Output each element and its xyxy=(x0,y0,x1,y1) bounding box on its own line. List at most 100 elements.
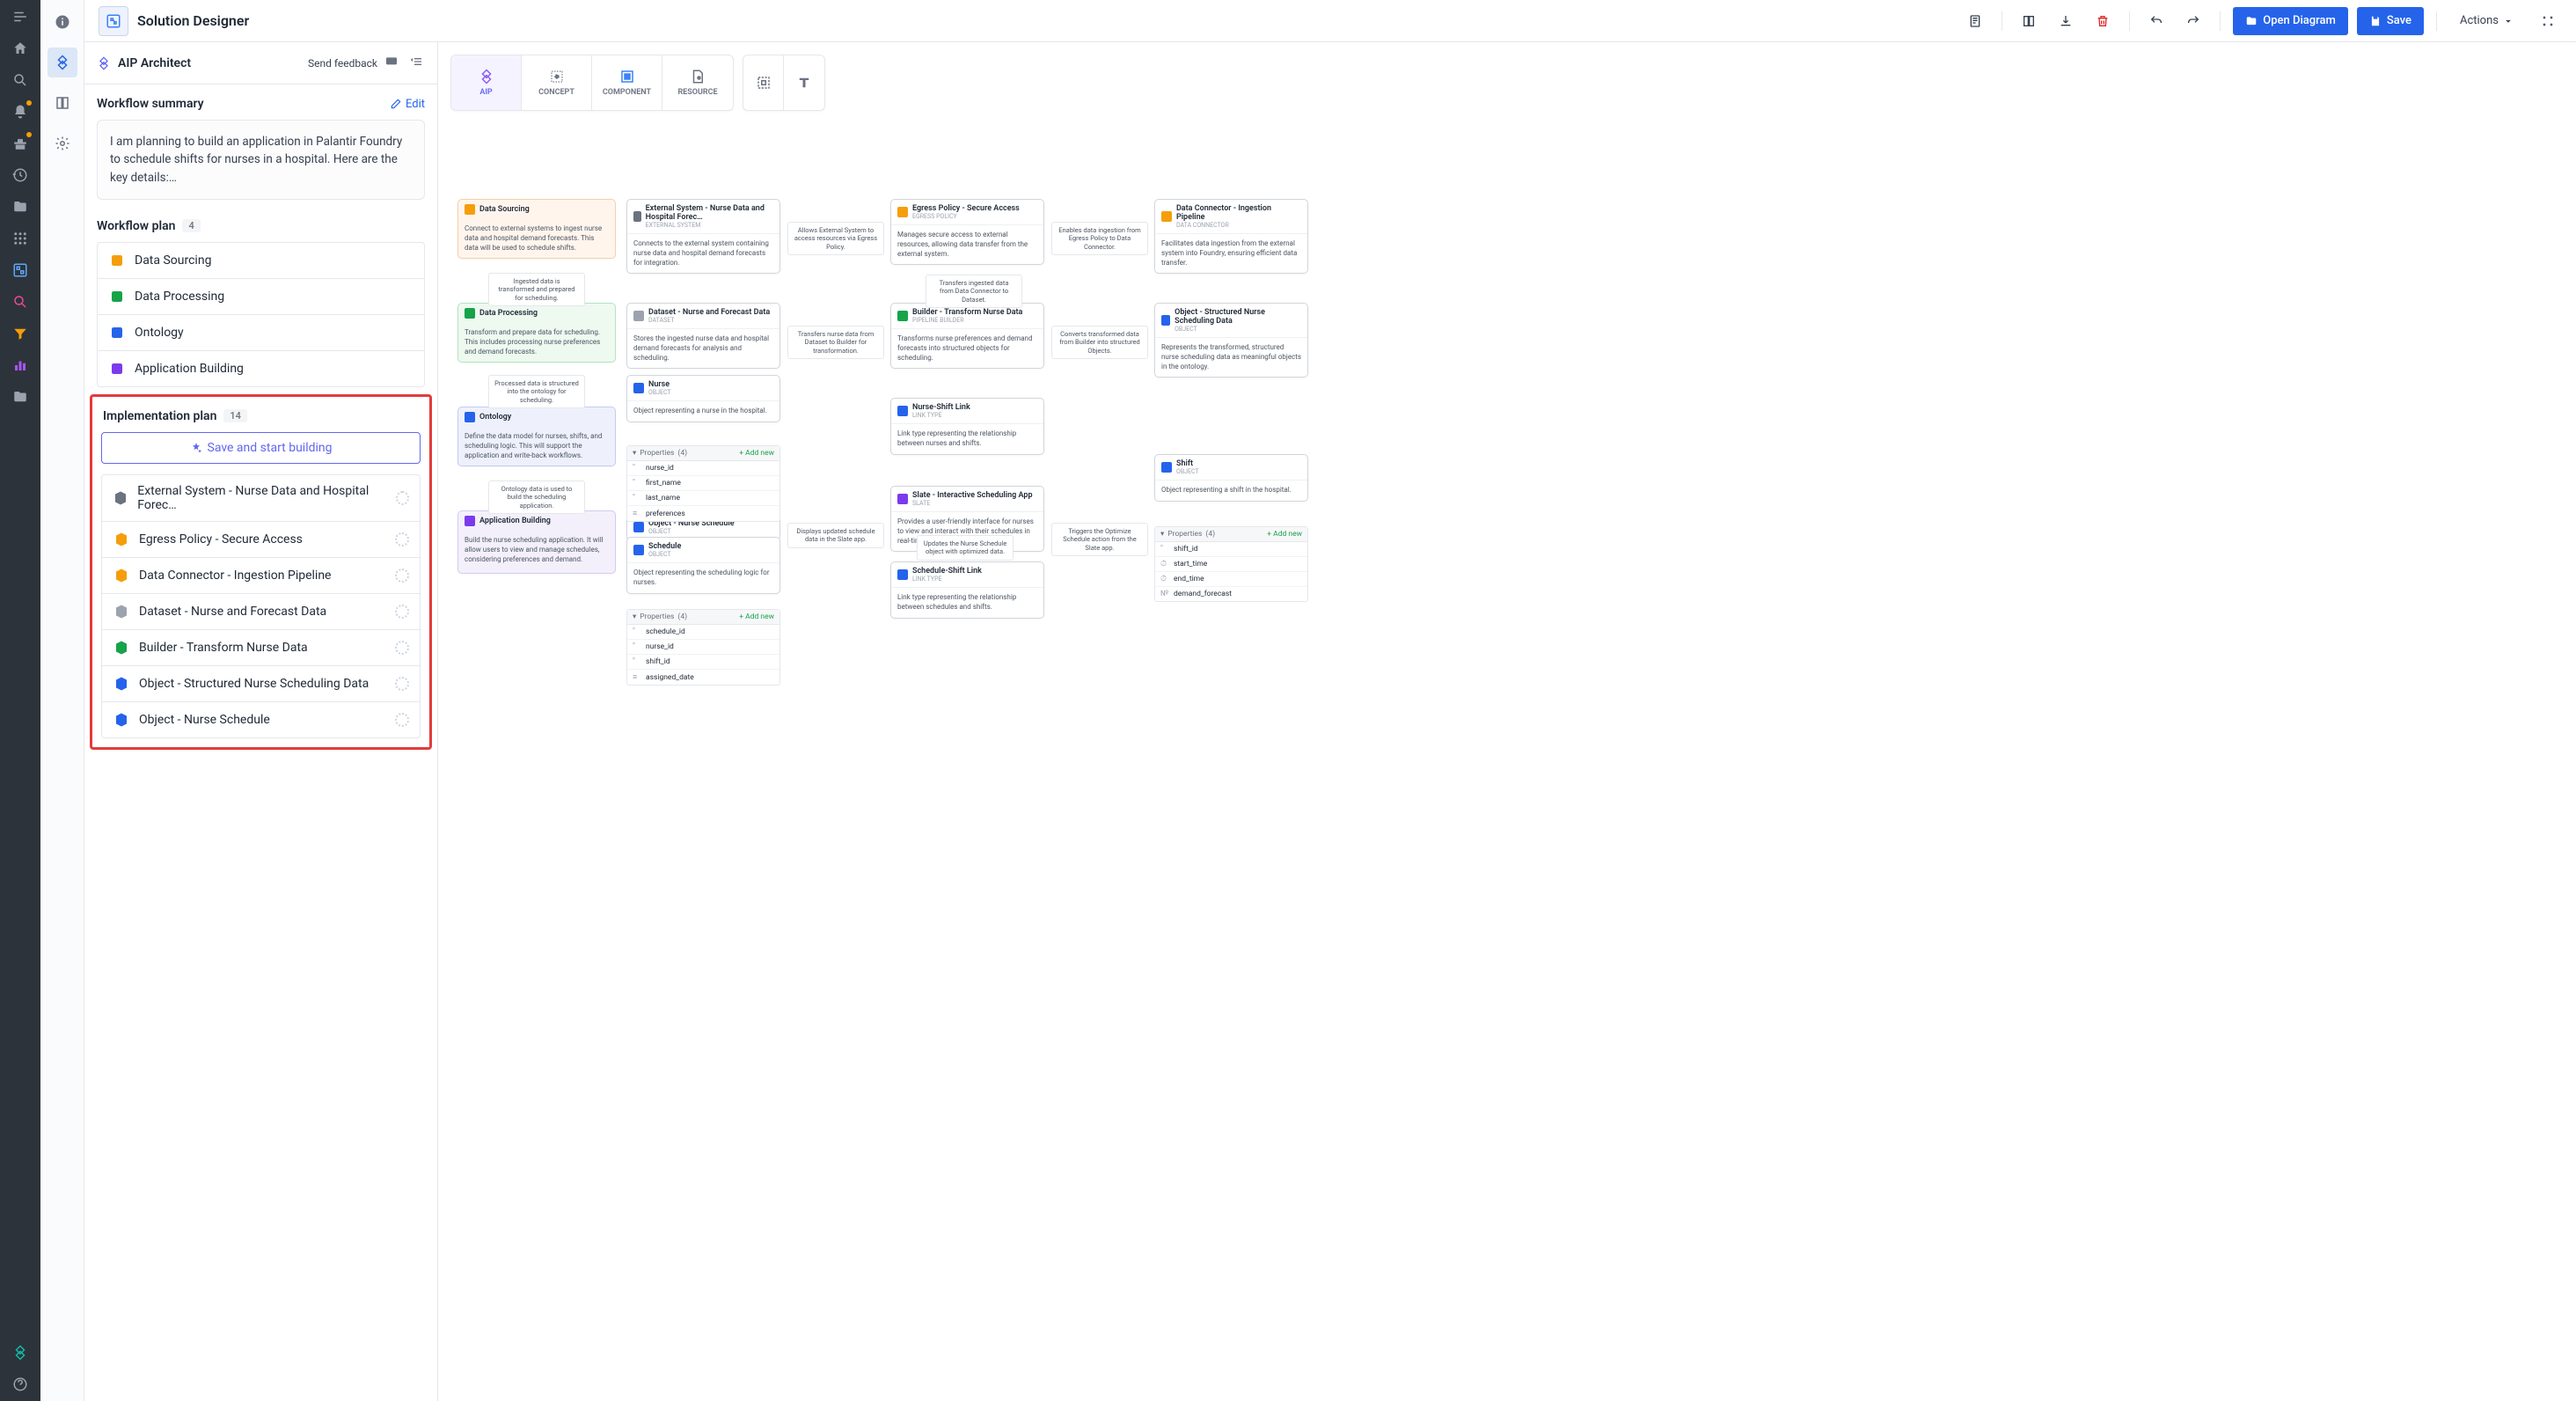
tool-component[interactable]: COMPONENT xyxy=(592,55,662,110)
tool-resource[interactable]: RESOURCE xyxy=(662,55,733,110)
gift-icon[interactable] xyxy=(11,134,30,153)
tool-aip[interactable]: AIP xyxy=(451,55,522,110)
edge-label: Enables data ingestion from Egress Polic… xyxy=(1051,222,1148,255)
filter-icon[interactable] xyxy=(11,324,30,343)
edge-label: Transfers nurse data from Dataset to Bui… xyxy=(787,326,884,359)
edge-label: Converts transformed data from Builder i… xyxy=(1051,326,1148,359)
stage-node[interactable]: Application BuildingBuild the nurse sche… xyxy=(457,510,616,574)
diagram-node[interactable]: Builder - Transform Nurse DataPIPELINE B… xyxy=(890,303,1044,369)
undo-icon[interactable] xyxy=(2142,7,2170,35)
diagram-node[interactable]: Data Connector - Ingestion PipelineDATA … xyxy=(1154,199,1308,274)
property-row[interactable]: ⏱start_time xyxy=(1155,557,1307,572)
plan-item[interactable]: Application Building xyxy=(98,351,424,386)
impl-item[interactable]: Object - Structured Nurse Scheduling Dat… xyxy=(102,666,420,702)
diagram-node[interactable]: Egress Policy - Secure AccessEGRESS POLI… xyxy=(890,199,1044,265)
bell-icon[interactable] xyxy=(11,102,30,121)
select-tool-icon[interactable] xyxy=(743,55,784,110)
history-icon[interactable] xyxy=(11,165,30,185)
send-feedback-link[interactable]: Send feedback xyxy=(308,57,377,70)
edit-summary-link[interactable]: Edit xyxy=(390,98,425,111)
help-icon[interactable] xyxy=(11,1375,30,1394)
property-row[interactable]: "last_name xyxy=(627,491,779,506)
open-diagram-button[interactable]: Open Diagram xyxy=(2233,7,2348,35)
keyboard-icon[interactable] xyxy=(2534,7,2562,35)
property-row[interactable]: "nurse_id xyxy=(627,461,779,476)
designer-icon[interactable] xyxy=(11,260,30,280)
property-row[interactable]: "first_name xyxy=(627,476,779,491)
impl-item[interactable]: Dataset - Nurse and Forecast Data xyxy=(102,594,420,630)
impl-item[interactable]: External System - Nurse Data and Hospita… xyxy=(102,475,420,522)
add-property-link[interactable]: + Add new xyxy=(1267,530,1302,539)
architect-tab-icon[interactable] xyxy=(48,48,77,77)
diagram-node[interactable]: Dataset - Nurse and Forecast DataDATASET… xyxy=(626,303,780,369)
property-row[interactable]: "shift_id xyxy=(627,655,779,670)
stage-node[interactable]: Data SourcingConnect to external systems… xyxy=(457,199,616,259)
impl-item[interactable]: Builder - Transform Nurse Data xyxy=(102,630,420,666)
download-icon[interactable] xyxy=(2052,7,2080,35)
menu-icon[interactable] xyxy=(11,7,30,26)
properties-panel[interactable]: ▾Properties(4)+ Add new"schedule_id"nurs… xyxy=(626,609,780,686)
impl-item[interactable]: Egress Policy - Secure Access xyxy=(102,522,420,558)
folder-icon[interactable] xyxy=(11,197,30,216)
collapse-icon[interactable] xyxy=(411,55,425,72)
property-row[interactable]: "shift_id xyxy=(1155,542,1307,557)
apps-icon[interactable] xyxy=(11,229,30,248)
home-icon[interactable] xyxy=(11,39,30,58)
gear-icon[interactable] xyxy=(48,128,77,158)
trash-icon[interactable] xyxy=(2089,7,2117,35)
info-icon[interactable] xyxy=(48,7,77,37)
plan-item-label: Application Building xyxy=(135,362,244,376)
bookopen-icon[interactable] xyxy=(2015,7,2043,35)
property-row[interactable]: ≡assigned_date xyxy=(627,670,779,685)
diagram-node[interactable]: External System - Nurse Data and Hospita… xyxy=(626,199,780,274)
diagram-node[interactable]: ScheduleOBJECTObject representing the sc… xyxy=(626,537,780,594)
save-start-building-button[interactable]: Save and start building xyxy=(101,432,421,464)
plan-item-icon xyxy=(108,324,126,341)
diagram-canvas[interactable]: AIPCONCEPTCOMPONENTRESOURCE Data Sourcin… xyxy=(438,42,2576,1401)
stage-edge-label: Ontology data is used to build the sched… xyxy=(488,480,585,514)
diagram-node[interactable]: NurseOBJECTObject representing a nurse i… xyxy=(626,375,780,422)
plan-item[interactable]: Ontology xyxy=(98,315,424,351)
stage-node[interactable]: OntologyDefine the data model for nurses… xyxy=(457,407,616,466)
folder-add-icon[interactable] xyxy=(11,387,30,407)
redo-icon[interactable] xyxy=(2179,7,2207,35)
tool-concept[interactable]: CONCEPT xyxy=(522,55,592,110)
diagram-node[interactable]: ShiftOBJECTObject representing a shift i… xyxy=(1154,454,1308,502)
plan-item[interactable]: Data Processing xyxy=(98,279,424,315)
doc-icon[interactable] xyxy=(1961,7,1989,35)
plan-item-icon xyxy=(108,288,126,305)
properties-panel[interactable]: ▾Properties(4)+ Add new"nurse_id"first_n… xyxy=(626,445,780,522)
actions-dropdown[interactable]: Actions xyxy=(2449,7,2525,35)
book-icon[interactable] xyxy=(48,88,77,118)
diagram-node[interactable]: Object - Structured Nurse Scheduling Dat… xyxy=(1154,303,1308,378)
diagram-node[interactable]: Nurse-Shift LinkLINK TYPELink type repre… xyxy=(890,398,1044,455)
product-icon xyxy=(99,6,128,36)
plan-item-icon xyxy=(108,252,126,269)
impl-item-icon xyxy=(113,567,130,584)
plan-count: 4 xyxy=(182,219,200,232)
diagram-node[interactable]: Schedule-Shift LinkLINK TYPELink type re… xyxy=(890,561,1044,619)
property-row[interactable]: №demand_forecast xyxy=(1155,587,1307,601)
add-property-link[interactable]: + Add new xyxy=(739,449,774,458)
save-button[interactable]: Save xyxy=(2357,7,2424,35)
impl-item-label: Object - Nurse Schedule xyxy=(139,713,270,727)
search-icon[interactable] xyxy=(11,70,30,90)
property-row[interactable]: ⏱end_time xyxy=(1155,572,1307,587)
impl-item[interactable]: Object - Nurse Schedule xyxy=(102,702,420,737)
chart-icon[interactable] xyxy=(11,356,30,375)
impl-item[interactable]: Data Connector - Ingestion Pipeline xyxy=(102,558,420,594)
aip-icon[interactable] xyxy=(11,1343,30,1362)
loading-icon xyxy=(395,605,409,619)
property-row[interactable]: "nurse_id xyxy=(627,640,779,655)
stage-edge-label: Processed data is structured into the on… xyxy=(488,375,585,408)
properties-panel[interactable]: ▾Properties(4)+ Add new"shift_id⏱start_t… xyxy=(1154,526,1308,602)
stage-node[interactable]: Data ProcessingTransform and prepare dat… xyxy=(457,303,616,363)
magnify-icon[interactable] xyxy=(11,292,30,312)
property-row[interactable]: ≡preferences xyxy=(627,506,779,521)
add-property-link[interactable]: + Add new xyxy=(739,612,774,621)
chat-icon[interactable] xyxy=(384,55,399,72)
plan-item[interactable]: Data Sourcing xyxy=(98,243,424,279)
text-tool-icon[interactable] xyxy=(784,55,824,110)
property-row[interactable]: "schedule_id xyxy=(627,625,779,640)
edge-label: Displays updated schedule data in the Sl… xyxy=(787,523,884,548)
